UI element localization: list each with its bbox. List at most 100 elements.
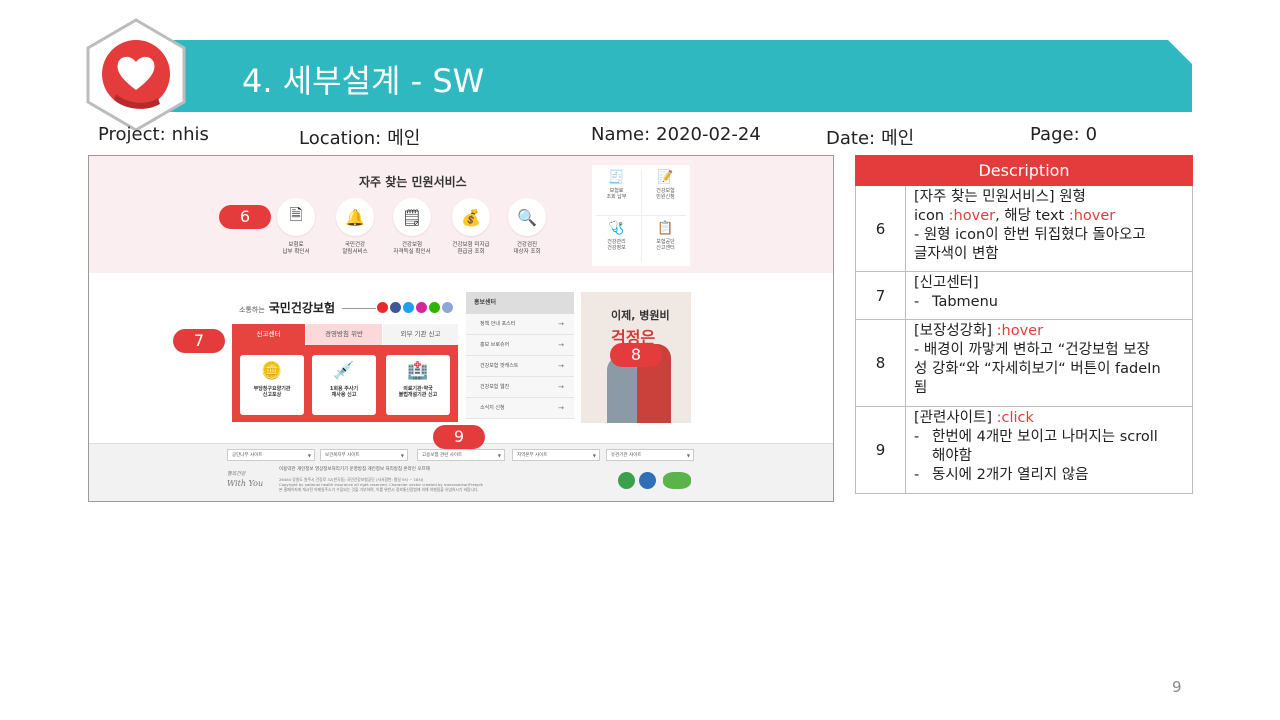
footer-logo-line: 행복건강	[227, 471, 246, 477]
list-item-label: 건강보험 웹진	[480, 384, 510, 390]
bell-icon: 🔔	[336, 198, 374, 236]
event-keyword: :click	[996, 410, 1034, 426]
magnifier-icon: 🔍	[508, 198, 546, 236]
list-item[interactable]: 건강보험 팟캐스트 →	[466, 356, 574, 377]
footer-logo: 행복건강 With You	[227, 468, 263, 488]
service-item[interactable]: 🔍 건강검진 대상자 조회	[497, 198, 557, 256]
row-line: [관련사이트] :click	[914, 409, 1186, 428]
row-line: [신고센터]	[914, 275, 979, 291]
report-card[interactable]: 🏥 의료기관·약국 불법개설기관 신고	[386, 355, 450, 415]
comm-prefix: 소통하는	[239, 306, 265, 314]
row-text: [보장성강화] :hover - 배경이 까맣게 변하고 “건강보험 보장 성 …	[906, 320, 1192, 406]
row-number: 8	[856, 320, 906, 406]
bullet: -	[914, 294, 920, 310]
service-item[interactable]: 🗎 보험료 납부 확인서	[266, 198, 326, 256]
meta-location: Location: 메인	[299, 128, 421, 149]
list-item[interactable]: 소식지 신청 →	[466, 398, 574, 419]
title-banner: 4. 세부설계 - SW	[160, 40, 1192, 112]
fav-services-section: 자주 찾는 민원서비스 🗎 보험료 납부 확인서 🔔 국민건강 알림서비스 🗒 건강…	[89, 156, 833, 273]
related-site-select[interactable]: 고용보험 관련 사이트	[417, 449, 505, 461]
promo-center-list: 홍보센터 정책 안내 포스터 → 홍보 브로슈어 → 건강보험 팟캐스트 → 건강보험…	[466, 292, 574, 424]
text-run: [보장성강화]	[914, 323, 997, 339]
quick-menu-item[interactable]: 📋 보험공단 신고센터	[641, 216, 690, 266]
service-label: 대상자 조회	[513, 249, 541, 255]
description-row: 9 [관련사이트] :click - 한번에 4개만 보이고 나머지는 scrol…	[855, 407, 1193, 494]
row-line: - 동시에 2개가 열리지 않음	[914, 466, 1186, 485]
service-label: 납부 확인서	[282, 249, 310, 255]
divider	[342, 308, 376, 309]
arrow-right-icon: →	[558, 404, 564, 412]
meta-date: Date: 메인	[826, 128, 915, 149]
footer-copy-line: 본 홈페이지에 게시된 이메일주소가 수집되는 것을 거부하며, 이를 위반시 …	[279, 487, 479, 492]
list-item[interactable]: 건강보험 웹진 →	[466, 377, 574, 398]
list-item[interactable]: 홍보 브로슈어 →	[466, 335, 574, 356]
service-item[interactable]: 💰 건강보험 미지급 환급금 조회	[441, 198, 501, 256]
tab-external-report[interactable]: 외부 기관 신고	[383, 324, 458, 345]
petition-icon: 📝	[657, 170, 674, 185]
quick-menu-item[interactable]: 🩺 건강관리 건강정보	[592, 216, 641, 266]
row-text: [관련사이트] :click - 한번에 4개만 보이고 나머지는 scroll …	[906, 407, 1192, 493]
report-card[interactable]: 💉 1회용 주사기 재사용 신고	[312, 355, 376, 415]
promo-center-title: 홍보센터	[466, 292, 574, 314]
row-line: 글자색이 변함	[914, 246, 999, 262]
related-site-select[interactable]: 지역본부 사이트	[512, 449, 600, 461]
report-card[interactable]: 🪙 부당청구요양기관 신고포상	[240, 355, 304, 415]
heart-logo-icon	[86, 18, 186, 132]
callout-9: 9	[433, 425, 485, 449]
row-number: 9	[856, 407, 906, 493]
row-number: 6	[856, 186, 906, 271]
service-label: 건강보험 미지급	[452, 242, 490, 248]
list-item-label: 건강보험 팟캐스트	[480, 363, 519, 369]
meta-name: Name: 2020-02-24	[591, 124, 761, 145]
comm-brand: 국민건강보험	[268, 301, 336, 315]
list-item-label: 소식지 신청	[480, 405, 505, 411]
service-label: 보험료	[288, 242, 304, 248]
tab-policy-violation[interactable]: 경영방침 위반	[306, 324, 382, 345]
coins-icon: 🪙	[261, 361, 283, 381]
service-label: 환급금 조회	[457, 249, 485, 255]
fav-services-title: 자주 찾는 민원서비스	[359, 175, 467, 189]
promo-line: 이제, 병원비	[611, 309, 670, 322]
tab-report-center[interactable]: 신고센터	[232, 324, 305, 345]
quick-menu-item[interactable]: 📝 건강보험 민원신청	[641, 165, 690, 215]
callout-7: 7	[173, 329, 225, 353]
twitter-icon[interactable]	[403, 302, 414, 313]
service-item[interactable]: 🔔 국민건강 알림서비스	[325, 198, 385, 256]
meta-page: Page: 0	[1030, 124, 1098, 145]
health-icon: 🩺	[608, 221, 625, 236]
blog-icon[interactable]	[442, 302, 453, 313]
description-table: Description 6 [자주 찾는 민원서비스] 원형 icon :hov…	[855, 155, 1193, 494]
service-label: 알림서비스	[342, 249, 368, 255]
event-keyword: :hover	[1068, 208, 1116, 224]
service-label: 건강보험	[401, 242, 423, 248]
row-line: - 한번에 4개만 보이고 나머지는 scroll	[914, 428, 1186, 447]
quick-menu-item[interactable]: 🧾 보험료 조회 납부	[592, 165, 641, 215]
list-item[interactable]: 정책 안내 포스터 →	[466, 314, 574, 335]
description-row: 6 [자주 찾는 민원서비스] 원형 icon :hover, 해당 text …	[855, 186, 1193, 272]
youtube-icon[interactable]	[377, 302, 388, 313]
row-line: icon :hover, 해당 text :hover	[914, 207, 1186, 226]
text-run: Tabmenu	[932, 294, 998, 310]
footer-links[interactable]: 이용약관 개인정보 영상정보처리기기 운영방침 개인정보 처리방침 온라인 오프…	[279, 466, 430, 472]
row-text: [신고센터] - Tabmenu	[906, 272, 1192, 319]
hospital-icon: 🏥	[407, 361, 429, 381]
instagram-icon[interactable]	[416, 302, 427, 313]
service-item[interactable]: 🗒 건강보험 자격득실 확인서	[382, 198, 442, 256]
quick-label: 민원신청	[656, 194, 675, 200]
callout-8: 8	[610, 343, 662, 367]
arrow-right-icon: →	[558, 362, 564, 370]
arrow-right-icon: →	[558, 341, 564, 349]
naver-icon[interactable]	[429, 302, 440, 313]
quick-label: 신고센터	[656, 245, 675, 251]
text-run: , 해당 text	[995, 208, 1069, 224]
event-keyword: :hover	[948, 208, 996, 224]
quick-menu-grid: 🧾 보험료 조회 납부 📝 건강보험 민원신청 🩺 건강관리 건강정보 📋 보험공단 신…	[592, 165, 690, 266]
related-site-select[interactable]: 유관기관 사이트	[606, 449, 694, 461]
facebook-icon[interactable]	[390, 302, 401, 313]
arrow-right-icon: →	[558, 320, 564, 328]
related-site-select[interactable]: 공단나부 사이트	[227, 449, 315, 461]
row-line: [자주 찾는 민원서비스] 원형	[914, 189, 1086, 205]
related-site-select[interactable]: 보건복지부 사이트	[320, 449, 408, 461]
arrow-right-icon: →	[558, 383, 564, 391]
certification-badge-icon	[618, 472, 635, 489]
